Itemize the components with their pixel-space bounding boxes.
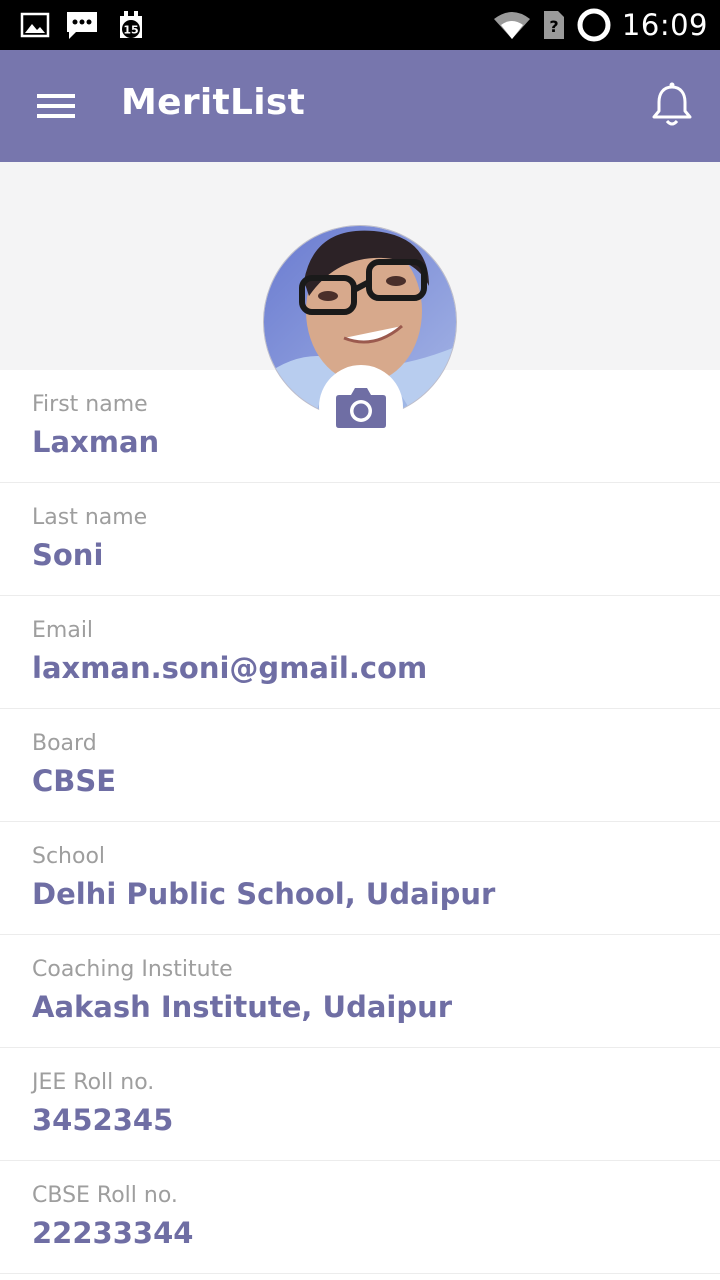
field-last-name[interactable]: Last name Soni bbox=[0, 483, 720, 596]
field-value: 22233344 bbox=[32, 1216, 194, 1250]
field-label: Email bbox=[32, 618, 94, 643]
field-label: Board bbox=[32, 731, 97, 756]
notifications-button[interactable] bbox=[644, 78, 700, 134]
field-label: CBSE Roll no. bbox=[32, 1183, 178, 1208]
image-icon bbox=[20, 12, 50, 38]
notification-badge: 15 bbox=[123, 24, 138, 37]
loading-ring-icon bbox=[577, 8, 611, 42]
field-label: School bbox=[32, 844, 106, 869]
app-title: MeritList bbox=[121, 82, 306, 123]
field-label: Last name bbox=[32, 505, 148, 530]
message-icon bbox=[67, 12, 97, 39]
field-label: JEE Roll no. bbox=[32, 1070, 155, 1095]
field-value: CBSE bbox=[32, 764, 117, 798]
status-notifications: 15 bbox=[20, 8, 148, 42]
field-value: Aakash Institute, Udaipur bbox=[32, 990, 453, 1024]
field-value: 3452345 bbox=[32, 1103, 174, 1137]
field-email[interactable]: Email laxman.soni@gmail.com bbox=[0, 596, 720, 709]
calendar-badge-icon: 15 bbox=[120, 11, 142, 38]
field-label: First name bbox=[32, 392, 148, 417]
status-bar: 15 ? 16:09 bbox=[0, 0, 720, 50]
app-bar: MeritList bbox=[0, 50, 720, 162]
field-coaching-institute[interactable]: Coaching Institute Aakash Institute, Uda… bbox=[0, 935, 720, 1048]
menu-button[interactable] bbox=[26, 80, 86, 132]
field-value: Laxman bbox=[32, 425, 160, 459]
field-board[interactable]: Board CBSE bbox=[0, 709, 720, 822]
camera-icon bbox=[336, 388, 386, 428]
field-value: laxman.soni@gmail.com bbox=[32, 651, 428, 685]
no-sim-icon: ? bbox=[543, 11, 564, 39]
wifi-icon bbox=[493, 12, 530, 39]
status-time: 16:09 bbox=[621, 8, 708, 42]
field-label: Coaching Institute bbox=[32, 957, 233, 982]
status-system: ? 16:09 bbox=[492, 0, 708, 50]
field-jee-roll-no[interactable]: JEE Roll no. 3452345 bbox=[0, 1048, 720, 1161]
change-photo-button[interactable] bbox=[319, 365, 403, 449]
field-value: Soni bbox=[32, 538, 104, 572]
field-cbse-roll-no[interactable]: CBSE Roll no. 22233344 bbox=[0, 1161, 720, 1274]
field-school[interactable]: School Delhi Public School, Udaipur bbox=[0, 822, 720, 935]
svg-text:?: ? bbox=[549, 17, 558, 36]
profile-fields: First name Laxman Last name Soni Email l… bbox=[0, 370, 720, 1274]
bell-icon bbox=[652, 82, 692, 126]
menu-icon bbox=[37, 94, 75, 118]
field-value: Delhi Public School, Udaipur bbox=[32, 877, 496, 911]
